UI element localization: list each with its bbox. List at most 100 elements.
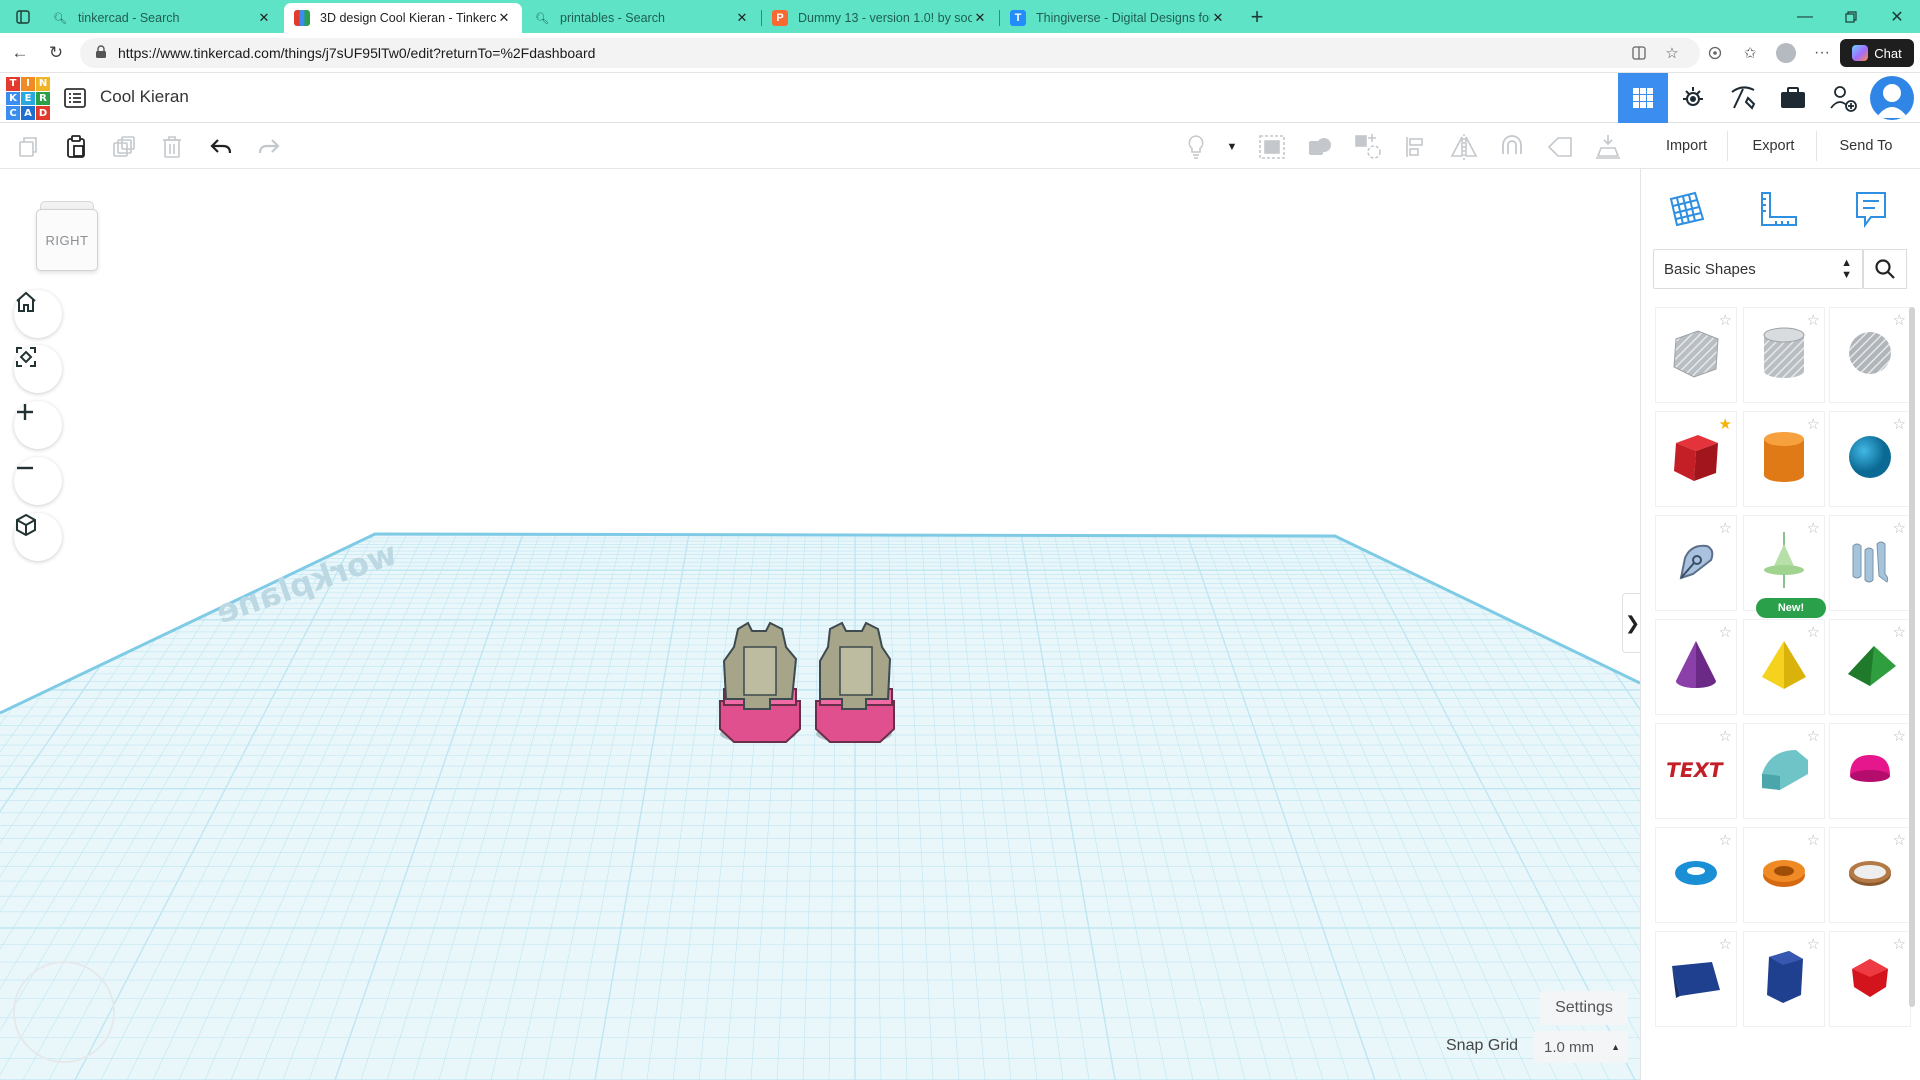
restore-icon[interactable] [1828,0,1874,33]
design-list-icon[interactable] [63,86,87,110]
favorite-star-icon[interactable]: ☆ [1719,519,1732,537]
shape-text-wave[interactable]: ☆ [1829,515,1911,611]
favorite-star-icon[interactable]: ☆ [1893,519,1906,537]
favorite-star-icon[interactable]: ☆ [1893,415,1906,433]
minimize-icon[interactable]: — [1782,0,1828,33]
delete-icon[interactable] [158,133,186,161]
favorite-star-icon[interactable]: ☆ [1807,311,1820,329]
hole-solid-icon[interactable] [1354,133,1382,161]
ruler-icon[interactable] [1753,183,1805,235]
copilot-chat-button[interactable]: Chat [1840,39,1914,67]
site-info-icon[interactable] [88,44,114,62]
invite-user-icon[interactable] [1818,73,1868,123]
shape-pyramid[interactable]: ☆ [1743,619,1825,715]
lightbulb-icon[interactable] [1182,133,1210,161]
shape-round-roof[interactable]: ☆ [1743,723,1825,819]
zoom-out-button[interactable] [14,457,62,505]
ungroup-icon[interactable] [1306,133,1334,161]
tab-thingiverse[interactable]: T Thingiverse - Digital Designs for Phys… [1000,3,1236,33]
chevron-down-icon[interactable]: ▼ [1218,133,1246,161]
design-title[interactable]: Cool Kieran [100,87,189,107]
export-button[interactable]: Export [1731,131,1817,161]
home-view-button[interactable] [14,290,62,338]
favorite-star-icon[interactable]: ☆ [1807,519,1820,537]
split-screen-icon[interactable] [1627,41,1651,65]
favorites-icon[interactable]: ✩ [1738,41,1762,65]
close-icon[interactable]: ✕ [734,10,750,26]
shape-category-select[interactable]: Basic Shapes ▲ ▼ [1653,249,1863,289]
favorite-star-icon[interactable]: ★ [1719,415,1732,433]
send-to-button[interactable]: Send To [1820,131,1912,161]
sim-lab-icon[interactable] [1668,73,1718,123]
favorite-star-icon[interactable]: ☆ [1807,727,1820,745]
favorite-star-icon[interactable]: ☆ [1807,935,1820,953]
close-icon[interactable]: ✕ [256,10,272,26]
more-icon[interactable]: ··· [1810,41,1834,65]
favorite-star-icon[interactable]: ☆ [1719,727,1732,745]
favorite-star-icon[interactable]: ☆ [1893,623,1906,641]
cruise-magnet-icon[interactable] [1498,133,1526,161]
shape-polygon[interactable]: ☆ [1743,931,1825,1027]
tab-printables-search[interactable]: 🔍︎ printables - Search ✕ [524,3,760,33]
avatar[interactable] [1870,76,1914,120]
shape-shape-generator[interactable]: ☆ New! [1743,515,1826,618]
shape-roof[interactable]: ☆ [1829,619,1911,715]
notes-icon[interactable] [1845,183,1897,235]
favorite-star-icon[interactable]: ☆ [1719,623,1732,641]
favorite-star-icon[interactable]: ☆ [1893,727,1906,745]
snap-grid-select[interactable]: 1.0 mm ▲ [1534,1031,1628,1063]
shape-half-sphere[interactable]: ☆ [1829,723,1911,819]
mirror-icon[interactable] [1450,133,1478,161]
workplane-tool-icon[interactable] [1661,183,1713,235]
url-field[interactable]: https://www.tinkercad.com/things/j7sUF95… [80,38,1700,68]
favorite-star-icon[interactable]: ☆ [1719,311,1732,329]
copy-icon[interactable] [14,133,42,161]
shape-cylinder[interactable]: ☆ [1743,411,1825,507]
favorite-star-icon[interactable]: ☆ [1660,41,1684,65]
shape-sphere-hole[interactable]: ☆ [1829,307,1911,403]
note-icon[interactable] [1546,133,1574,161]
align-icon[interactable] [1402,133,1430,161]
perspective-toggle-button[interactable] [14,513,62,561]
redo-icon[interactable] [255,133,283,161]
shape-text[interactable]: TEXT ☆ [1655,723,1737,819]
favorite-star-icon[interactable]: ☆ [1893,831,1906,849]
shape-tube[interactable]: ☆ [1743,827,1825,923]
drop-to-workplane-icon[interactable] [1594,133,1622,161]
favorite-star-icon[interactable]: ☆ [1807,831,1820,849]
import-button[interactable]: Import [1646,131,1728,161]
fit-view-button[interactable] [14,345,62,393]
view-cube-face[interactable]: RIGHT [36,209,98,271]
favorite-star-icon[interactable]: ☆ [1807,623,1820,641]
favorite-star-icon[interactable]: ☆ [1719,935,1732,953]
shape-torus[interactable]: ☆ [1655,827,1737,923]
close-icon[interactable]: ✕ [972,10,988,26]
profile-icon[interactable] [1774,41,1798,65]
favorite-star-icon[interactable]: ☆ [1807,415,1820,433]
refresh-icon[interactable]: ↻ [44,41,68,65]
shape-scribble[interactable]: ☆ [1655,515,1737,611]
favorite-star-icon[interactable]: ☆ [1893,311,1906,329]
shape-cylinder-hole[interactable]: ☆ [1743,307,1825,403]
collapse-panel-button[interactable]: ❯ [1622,593,1640,653]
undo-icon[interactable] [207,133,235,161]
panel-scrollbar[interactable] [1909,307,1915,1007]
zoom-in-button[interactable] [14,401,62,449]
lessons-briefcase-icon[interactable] [1768,73,1818,123]
workplane-viewport[interactable]: workplane RIGHT ❯ Settings Snap Grid 1.0… [0,169,1640,1080]
shape-icosahedron[interactable]: ☆ [1829,931,1911,1027]
shape-wedge[interactable]: ☆ [1655,931,1737,1027]
close-icon[interactable]: ✕ [1210,10,1226,26]
favorite-star-icon[interactable]: ☆ [1893,935,1906,953]
new-tab-button[interactable]: + [1234,0,1280,33]
back-icon[interactable]: ← [8,41,32,65]
shape-box[interactable]: ★ [1655,411,1737,507]
shape-cone[interactable]: ☆ [1655,619,1737,715]
close-icon[interactable]: ✕ [496,10,512,26]
tab-tinkercad-search[interactable]: 🔍︎ tinkercad - Search ✕ [42,3,282,33]
group-icon[interactable] [1258,133,1286,161]
paste-icon[interactable] [62,133,90,161]
tab-printables-dummy[interactable]: P Dummy 13 - version 1.0! by soozafone ✕ [762,3,998,33]
view-cube[interactable]: RIGHT [34,201,100,273]
extensions-icon[interactable] [1703,41,1727,65]
